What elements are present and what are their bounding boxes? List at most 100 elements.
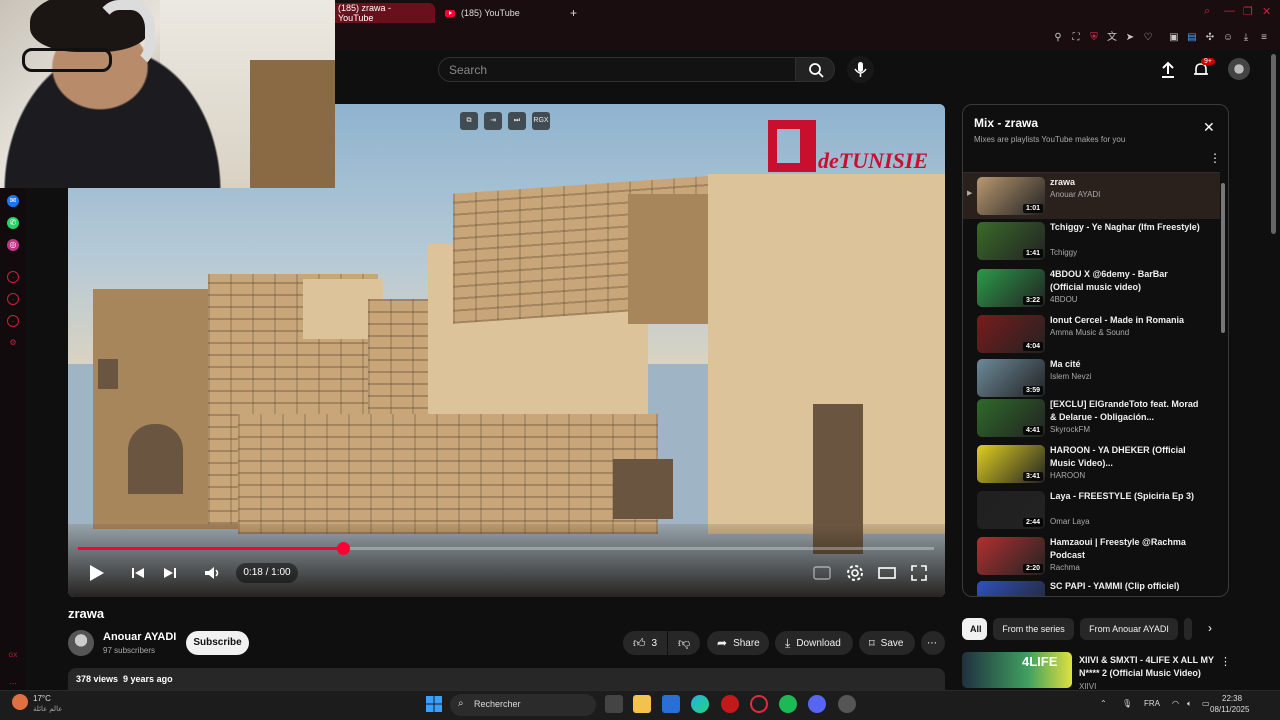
playlist-thumbnail[interactable]: 2:20 — [977, 537, 1045, 575]
opera-icon[interactable] — [750, 695, 768, 713]
windows-start-icon[interactable] — [425, 695, 443, 713]
theater-button[interactable] — [876, 562, 898, 584]
chip-channel[interactable]: From Anouar AYADI — [1080, 618, 1178, 640]
task-view-icon[interactable] — [605, 695, 623, 713]
history-icon[interactable]: · — [7, 271, 19, 283]
download-icon[interactable]: ⤓ — [1239, 31, 1253, 45]
description-box[interactable]: 378 views 9 years ago — [68, 668, 945, 690]
previous-button[interactable] — [127, 562, 149, 584]
dislike-button[interactable]: 👎︎ — [668, 631, 700, 655]
share-button[interactable]: ➦ Share — [707, 631, 769, 655]
tab-youtube[interactable]: (185) YouTube — [437, 3, 557, 23]
battery-icon[interactable]: ▭ — [1202, 699, 1210, 708]
save-button[interactable]: ⌑ Save — [859, 631, 915, 655]
more-vert-icon[interactable]: ⋮ — [1209, 151, 1221, 165]
playlist-item[interactable]: 1:41 Tchiggy - Ye Naghar (Ifm Freestyle) T… — [963, 218, 1220, 264]
next-button[interactable] — [159, 562, 181, 584]
playlist-item[interactable]: ▶ 1:01 zrawa Anouar AYADI — [963, 173, 1220, 219]
clock-date[interactable]: 08/11/2025 — [1210, 705, 1249, 714]
chevron-right-icon[interactable]: › — [1208, 621, 1212, 635]
fullscreen-button[interactable] — [908, 562, 930, 584]
clock-icon[interactable]: · — [7, 293, 19, 305]
minimize-icon[interactable]: — — [1224, 5, 1235, 17]
channel-avatar[interactable] — [68, 630, 94, 656]
chip-partial[interactable] — [1184, 618, 1192, 640]
store-icon[interactable] — [662, 695, 680, 713]
chip-all[interactable]: All — [962, 618, 987, 640]
like-button[interactable]: 👍︎ 3 — [623, 631, 667, 655]
chat-icon[interactable]: · — [7, 315, 19, 327]
settings-button[interactable] — [844, 562, 866, 584]
popout-icon[interactable]: ⧉ — [460, 112, 478, 130]
settings-icon[interactable]: ⚙ — [7, 337, 19, 349]
close-window-icon[interactable]: ✕ — [1262, 5, 1271, 18]
page-scrollbar[interactable] — [1271, 54, 1276, 234]
extension-blue-icon[interactable]: ▤ — [1185, 31, 1199, 45]
language-indicator[interactable]: FRA — [1144, 699, 1160, 708]
playlist-thumbnail[interactable]: 1:01 — [977, 177, 1045, 215]
recommended-thumbnail[interactable]: 4LIFE — [962, 652, 1072, 688]
search-input[interactable]: Search — [438, 57, 796, 82]
playlist-item[interactable]: 3:22 4BDOU X @6demy - BarBar (Official mu… — [963, 265, 1220, 311]
rgx-button[interactable]: RGX — [532, 112, 550, 130]
heart-icon[interactable]: ♡ — [1141, 31, 1155, 45]
weather-temp[interactable]: 17°C — [33, 694, 51, 703]
send-icon[interactable]: ➤ — [1123, 31, 1137, 45]
chip-series[interactable]: From the series — [993, 618, 1074, 640]
menu-icon[interactable]: ≡ — [1257, 31, 1271, 45]
snapshot-icon[interactable]: ⛶ — [1069, 31, 1083, 45]
speaker-icon[interactable]: 🔈︎ — [1187, 699, 1192, 709]
new-tab-button[interactable]: + — [562, 3, 582, 23]
playlist-item[interactable]: 4:04 Ionut Cercel - Made in Romania Amma M… — [963, 311, 1220, 357]
upload-button[interactable] — [1158, 60, 1178, 80]
mic-tray-icon[interactable]: 🎙︎ — [1122, 699, 1132, 708]
whatsapp-icon[interactable]: ✆ — [7, 217, 19, 229]
channel-name[interactable]: Anouar AYADI — [103, 631, 176, 643]
playlist-item[interactable]: 2:20 Hamzaoui | Freestyle @Rachma Podcast… — [963, 533, 1220, 579]
translate-icon[interactable]: 文 — [1105, 31, 1119, 45]
playlist-thumbnail[interactable]: 4:04 — [977, 315, 1045, 353]
playlist-thumbnail[interactable]: 4:41 — [977, 399, 1045, 437]
recommended-title[interactable]: XIIVI & SMXTI - 4LIFE X ALL MY N**** 2 (… — [1079, 654, 1219, 680]
close-icon[interactable]: ✕ — [1203, 119, 1215, 136]
profile-icon[interactable]: ☺ — [1221, 31, 1235, 45]
file-explorer-icon[interactable] — [633, 695, 651, 713]
playlist-item[interactable]: 2:44 Laya - FREESTYLE (Spiciria Ep 3) Omar… — [963, 487, 1220, 533]
discord-icon[interactable] — [808, 695, 826, 713]
notifications-button[interactable]: 9+ — [1191, 58, 1215, 80]
taskbar-search[interactable]: ⌕ Rechercher — [450, 694, 596, 716]
search-tabs-icon[interactable]: ⌕ — [1204, 5, 1210, 18]
captions-button[interactable] — [811, 562, 833, 584]
volume-button[interactable] — [201, 562, 223, 584]
opera-gx-icon[interactable] — [721, 695, 739, 713]
playlist-thumbnail[interactable]: 3:59 — [977, 359, 1045, 397]
more-icon[interactable]: ⋯ — [7, 678, 19, 690]
tray-chevron-icon[interactable]: ⌃ — [1100, 699, 1107, 708]
clock-time[interactable]: 22:38 — [1222, 694, 1242, 703]
download-button[interactable]: ⤓ Download — [775, 631, 853, 655]
app-icon[interactable] — [838, 695, 856, 713]
playlist-item[interactable]: 4:41 [EXCLU] ElGrandeToto feat. Morad & D… — [963, 395, 1220, 441]
play-button[interactable] — [85, 562, 107, 584]
account-avatar[interactable] — [1228, 58, 1250, 80]
instagram-icon[interactable]: ◎ — [7, 239, 19, 251]
spotify-icon[interactable] — [779, 695, 797, 713]
playlist-thumbnail[interactable] — [977, 581, 1045, 596]
playlist-thumbnail[interactable]: 2:44 — [977, 491, 1045, 529]
exit-icon[interactable]: ⇥ — [484, 112, 502, 130]
shield-icon[interactable]: ⛨ — [1087, 31, 1101, 45]
playlist-thumbnail[interactable]: 3:41 — [977, 445, 1045, 483]
subscribe-button[interactable]: Subscribe — [186, 631, 249, 655]
edge-icon[interactable] — [691, 695, 709, 713]
skip-icon[interactable]: ⏭ — [508, 112, 526, 130]
puzzle-icon[interactable]: ✣ — [1203, 31, 1217, 45]
gx-icon[interactable]: GX — [7, 650, 19, 662]
mix-scrollbar[interactable] — [1221, 183, 1225, 333]
more-actions-button[interactable]: ⋯ — [921, 631, 945, 655]
search-button[interactable] — [795, 57, 835, 82]
recommended-more-icon[interactable]: ⋮ — [1220, 655, 1231, 668]
wifi-icon[interactable]: ◠ — [1172, 699, 1179, 708]
playlist-item[interactable]: 3:41 HAROON - YA DHEKER (Official Music V… — [963, 441, 1220, 487]
playlist-thumbnail[interactable]: 3:22 — [977, 269, 1045, 307]
messenger-icon[interactable]: ✉ — [7, 195, 19, 207]
